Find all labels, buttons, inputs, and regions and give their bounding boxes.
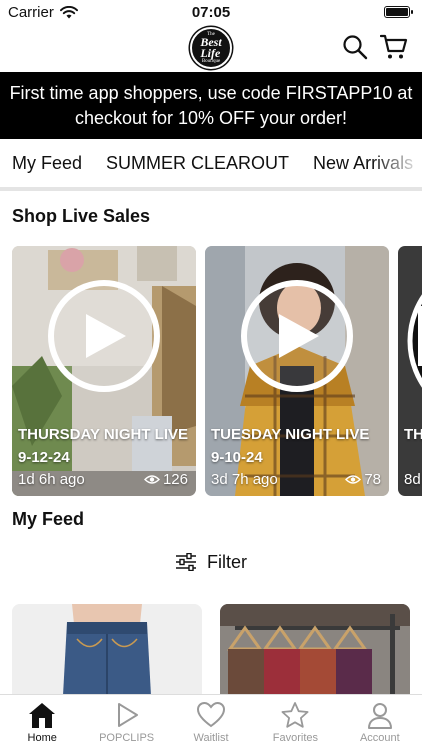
- my-feed-title: My Feed: [12, 509, 85, 529]
- tab-label: New Arrivals: [313, 152, 414, 173]
- live-age: 1d 6h ago: [18, 471, 85, 488]
- nav-account[interactable]: Account: [338, 695, 422, 750]
- live-meta: 8d: [404, 471, 422, 488]
- promo-text: First time app shoppers, use code FIRSTA…: [9, 82, 413, 128]
- play-icon: [86, 314, 126, 358]
- live-sales-carousel: THURSDAY NIGHT LIVE 9-12-24 1d 6h ago 12…: [12, 246, 422, 496]
- eye-icon: [143, 475, 160, 484]
- heart-icon: [197, 701, 226, 728]
- status-left: Carrier: [8, 4, 78, 21]
- live-thumbnail: [398, 246, 422, 496]
- tab-label: My Feed: [12, 152, 83, 173]
- star-icon: [281, 702, 309, 728]
- play-icon: [117, 703, 138, 727]
- nav-waitlist[interactable]: Waitlist: [169, 695, 253, 750]
- product-image: [12, 604, 202, 694]
- nav-home[interactable]: Home: [0, 695, 84, 750]
- feed-product-card[interactable]: [12, 604, 202, 694]
- filter-button[interactable]: Filter: [0, 548, 422, 576]
- filter-label: Filter: [207, 551, 247, 572]
- view-count-value: 126: [162, 471, 188, 488]
- live-age: 3d 7h ago: [211, 471, 278, 488]
- nav-popclips[interactable]: POPCLIPS: [84, 695, 168, 750]
- play-icon: [279, 314, 319, 358]
- tab-summer-clearout[interactable]: SUMMER CLEAROUT: [94, 139, 301, 187]
- live-meta: 1d 6h ago 126: [18, 471, 188, 488]
- live-title: TUESDAY NIGHT LIVE 9-10-24: [211, 426, 370, 466]
- eye-icon: [345, 475, 362, 484]
- nav-label: Favorites: [272, 732, 319, 744]
- live-title: TH LIV: [404, 426, 422, 443]
- status-bar: Carrier 07:05: [0, 0, 422, 24]
- live-card[interactable]: THURSDAY NIGHT LIVE 9-12-24 1d 6h ago 12…: [12, 246, 196, 496]
- category-tabs: My Feed SUMMER CLEAROUT New Arrivals: [0, 139, 422, 191]
- nav-label: Waitlist: [193, 732, 229, 744]
- battery-icon: [384, 6, 413, 18]
- cart-icon[interactable]: [380, 34, 408, 60]
- product-image: [220, 604, 410, 694]
- logo-bottom-text: Boutique: [201, 59, 221, 64]
- nav-label: Home: [27, 732, 57, 744]
- shop-live-title: Shop Live Sales: [12, 206, 151, 226]
- app-header: The Best Life Boutique: [0, 24, 422, 72]
- header-actions: [342, 34, 408, 60]
- search-icon[interactable]: [342, 34, 368, 60]
- filter-icon: [176, 553, 196, 571]
- tab-label: SUMMER CLEAROUT: [106, 152, 290, 173]
- play-button[interactable]: [48, 280, 160, 392]
- bottom-nav: Home POPCLIPS Waitlist Favorites Account: [0, 694, 422, 750]
- nav-favorites[interactable]: Favorites: [253, 695, 337, 750]
- live-card[interactable]: TH LIV 8d: [398, 246, 422, 496]
- logo-main-text: Best Life: [200, 35, 222, 60]
- tab-my-feed[interactable]: My Feed: [0, 139, 94, 187]
- brand-logo[interactable]: The Best Life Boutique: [190, 27, 232, 69]
- carrier-label: Carrier: [8, 3, 54, 21]
- promo-banner[interactable]: First time app shoppers, use code FIRSTA…: [0, 72, 422, 139]
- home-icon: [29, 703, 56, 728]
- nav-label: POPCLIPS: [99, 732, 155, 744]
- live-title: THURSDAY NIGHT LIVE 9-12-24: [18, 426, 189, 466]
- wifi-icon: [59, 5, 78, 18]
- play-button[interactable]: [241, 280, 353, 392]
- feed-product-card[interactable]: [220, 604, 410, 694]
- tab-new-arrivals[interactable]: New Arrivals: [301, 139, 422, 187]
- view-count-value: 78: [364, 471, 381, 488]
- view-count: 126: [143, 471, 188, 488]
- live-meta: 3d 7h ago 78: [211, 471, 381, 488]
- view-count: 78: [345, 471, 381, 488]
- account-icon: [367, 703, 392, 729]
- live-card[interactable]: TUESDAY NIGHT LIVE 9-10-24 3d 7h ago 78: [205, 246, 389, 496]
- nav-label: Account: [359, 732, 400, 744]
- live-age: 8d: [404, 471, 421, 488]
- feed-grid: [12, 604, 422, 694]
